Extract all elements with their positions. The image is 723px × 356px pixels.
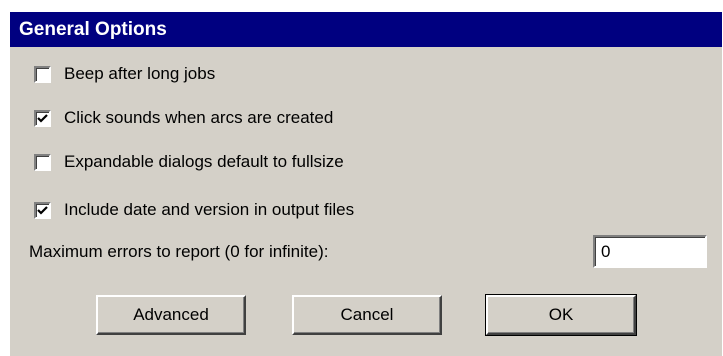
advanced-button[interactable]: Advanced <box>96 295 246 335</box>
expandable-dialogs-checkbox[interactable] <box>34 153 51 171</box>
beep-after-long-jobs-checkbox[interactable] <box>34 65 51 83</box>
max-errors-input[interactable] <box>593 235 707 268</box>
max-errors-label: Maximum errors to report (0 for infinite… <box>29 242 329 261</box>
click-sounds-option[interactable]: Click sounds when arcs are created <box>34 106 333 130</box>
click-sounds-label[interactable]: Click sounds when arcs are created <box>64 108 333 128</box>
checkmark-icon <box>37 113 48 123</box>
beep-after-long-jobs-label[interactable]: Beep after long jobs <box>64 64 215 84</box>
expandable-dialogs-label[interactable]: Expandable dialogs default to fullsize <box>64 152 344 172</box>
include-date-version-checkbox[interactable] <box>34 201 51 219</box>
beep-after-long-jobs-option[interactable]: Beep after long jobs <box>34 62 215 86</box>
include-date-version-label[interactable]: Include date and version in output files <box>64 200 354 220</box>
click-sounds-checkbox[interactable] <box>34 109 51 127</box>
general-options-dialog: General Options Beep after long jobs Cli… <box>10 12 722 356</box>
cancel-button[interactable]: Cancel <box>292 295 442 335</box>
include-date-version-option[interactable]: Include date and version in output files <box>34 198 354 222</box>
ok-button[interactable]: OK <box>485 294 637 336</box>
expandable-dialogs-option[interactable]: Expandable dialogs default to fullsize <box>34 150 344 174</box>
dialog-title: General Options <box>10 12 722 47</box>
checkmark-icon <box>37 205 48 215</box>
